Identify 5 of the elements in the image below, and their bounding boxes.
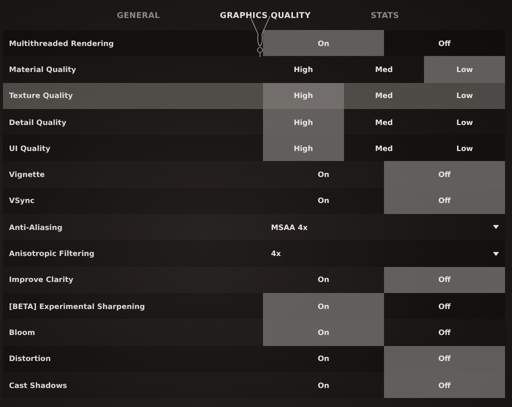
tab[interactable]: STATS [366,8,404,22]
tab[interactable]: GENERAL [112,8,164,22]
caret-icon [493,225,499,230]
tab[interactable]: GRAPHICS QUALITY [216,8,315,22]
caret-icon [493,252,499,256]
